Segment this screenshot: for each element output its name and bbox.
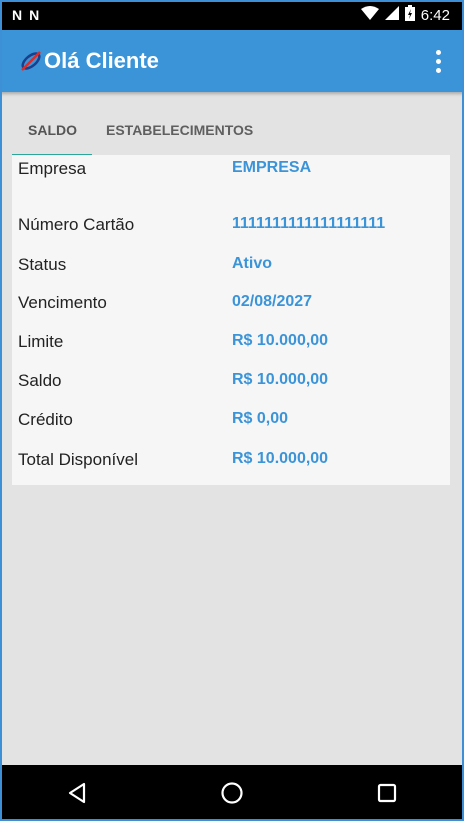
- detail-row-status: Status Ativo: [18, 255, 448, 275]
- tab-estabelecimentos[interactable]: ESTABELECIMENTOS: [92, 110, 268, 154]
- detail-value: R$ 10.000,00: [232, 450, 329, 467]
- detail-label: Saldo: [18, 371, 62, 390]
- wifi-icon: [360, 6, 379, 24]
- detail-value: EMPRESA: [232, 159, 312, 176]
- battery-icon: [404, 5, 415, 25]
- notification-icons: N N: [12, 7, 39, 23]
- home-icon[interactable]: [202, 773, 262, 813]
- detail-row-total-disponivel: Total Disponível R$ 10.000,00: [18, 450, 448, 470]
- detail-value: R$ 0,00: [232, 410, 289, 427]
- detail-label: Total Disponível: [18, 450, 139, 469]
- app-title: Olá Cliente: [44, 48, 159, 73]
- clock: 6:42: [420, 6, 450, 24]
- detail-row-limite: Limite R$ 10.000,00: [18, 332, 448, 352]
- notification-icon: N: [12, 7, 22, 23]
- detail-row-saldo: Saldo R$ 10.000,00: [18, 371, 448, 391]
- detail-value: Ativo: [232, 255, 272, 272]
- notification-icon: N: [29, 7, 39, 23]
- system-indicators: 6:42: [360, 5, 450, 25]
- tab-saldo[interactable]: SALDO: [12, 110, 92, 156]
- signal-icon: [384, 6, 399, 24]
- tab-bar: SALDO ESTABELECIMENTOS: [12, 110, 268, 156]
- detail-value: R$ 10.000,00: [232, 371, 329, 388]
- back-icon[interactable]: [47, 773, 107, 813]
- detail-label: Número Cartão: [18, 215, 135, 234]
- detail-value: R$ 10.000,00: [232, 332, 329, 349]
- status-bar: N N 6:42: [0, 0, 464, 30]
- detail-row-vencimento: Vencimento 02/08/2027: [18, 293, 448, 313]
- detail-label: Vencimento: [18, 293, 107, 312]
- detail-label: Empresa: [18, 159, 87, 178]
- detail-label: Status: [18, 255, 67, 274]
- navigation-bar: [0, 765, 464, 821]
- more-vert-icon[interactable]: [426, 45, 450, 77]
- app-bar: Olá Cliente: [0, 30, 464, 92]
- detail-row-numero-cartao: Número Cartão 1111111111111111111: [18, 215, 448, 235]
- detail-value: 1111111111111111111: [232, 215, 386, 232]
- detail-label: Crédito: [18, 410, 73, 429]
- balance-card: Empresa EMPRESA Número Cartão 1111111111…: [12, 155, 450, 485]
- recents-icon[interactable]: [357, 773, 417, 813]
- detail-value: 02/08/2027: [232, 293, 313, 310]
- detail-row-empresa: Empresa EMPRESA: [18, 159, 448, 179]
- card-logo-icon: [18, 48, 44, 74]
- detail-row-credito: Crédito R$ 0,00: [18, 410, 448, 430]
- detail-label: Limite: [18, 332, 64, 351]
